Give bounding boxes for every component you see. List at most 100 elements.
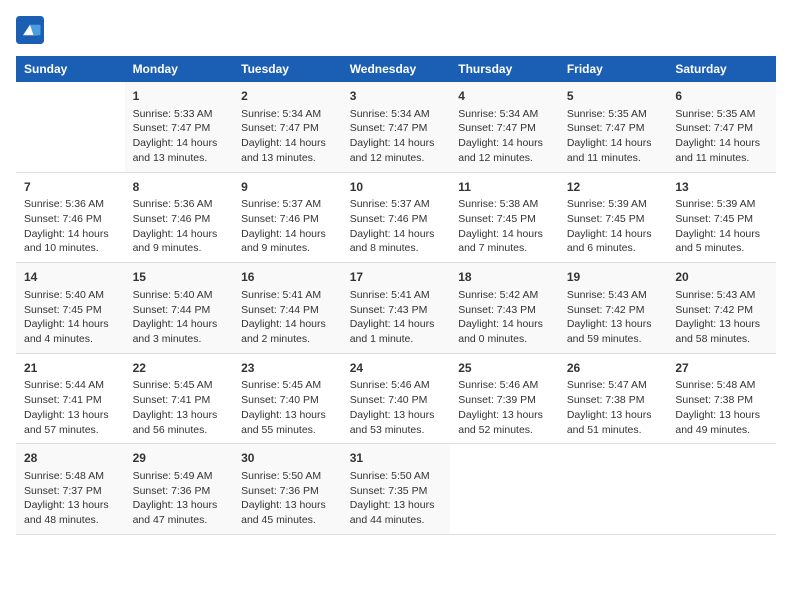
day-number: 20 [675,269,768,286]
day-number: 7 [24,179,117,196]
cell-content: Sunrise: 5:37 AM Sunset: 7:46 PM Dayligh… [241,197,334,256]
calendar-cell: 26Sunrise: 5:47 AM Sunset: 7:38 PM Dayli… [559,353,668,444]
cell-content: Sunrise: 5:49 AM Sunset: 7:36 PM Dayligh… [133,469,226,528]
week-row-2: 7Sunrise: 5:36 AM Sunset: 7:46 PM Daylig… [16,172,776,263]
day-number: 6 [675,88,768,105]
header-row: SundayMondayTuesdayWednesdayThursdayFrid… [16,56,776,82]
calendar-table: SundayMondayTuesdayWednesdayThursdayFrid… [16,56,776,535]
calendar-body: 1Sunrise: 5:33 AM Sunset: 7:47 PM Daylig… [16,82,776,534]
cell-content: Sunrise: 5:48 AM Sunset: 7:38 PM Dayligh… [675,378,768,437]
day-number: 26 [567,360,660,377]
day-number: 29 [133,450,226,467]
cell-content: Sunrise: 5:34 AM Sunset: 7:47 PM Dayligh… [241,107,334,166]
calendar-cell: 8Sunrise: 5:36 AM Sunset: 7:46 PM Daylig… [125,172,234,263]
day-number: 18 [458,269,551,286]
header-saturday: Saturday [667,56,776,82]
calendar-cell: 31 Sunrise: 5:50 AM Sunset: 7:35 PM Dayli… [342,444,451,535]
calendar-cell [16,82,125,172]
day-number: 13 [675,179,768,196]
day-number: 28 [24,450,117,467]
day-number: 12 [567,179,660,196]
cell-content: Sunrise: 5:40 AM Sunset: 7:45 PM Dayligh… [24,288,117,347]
day-number: 22 [133,360,226,377]
cell-content: Sunrise: 5:39 AM Sunset: 7:45 PM Dayligh… [567,197,660,256]
cell-content: Sunrise: 5:35 AM Sunset: 7:47 PM Dayligh… [567,107,660,166]
calendar-cell [450,444,559,535]
day-number: 3 [350,88,443,105]
cell-content: Sunrise: 5:34 AM Sunset: 7:47 PM Dayligh… [458,107,551,166]
calendar-cell: 5 Sunrise: 5:35 AM Sunset: 7:47 PM Daylig… [559,82,668,172]
calendar-cell: 28 Sunrise: 5:48 AM Sunset: 7:37 PM Dayli… [16,444,125,535]
header-monday: Monday [125,56,234,82]
day-number: 23 [241,360,334,377]
day-number: 25 [458,360,551,377]
calendar-cell: 6Sunrise: 5:35 AM Sunset: 7:47 PM Daylig… [667,82,776,172]
cell-content: Sunrise: 5:48 AM Sunset: 7:37 PM Dayligh… [24,469,117,528]
cell-content: Sunrise: 5:43 AM Sunset: 7:42 PM Dayligh… [567,288,660,347]
calendar-cell: 4 Sunrise: 5:34 AM Sunset: 7:47 PM Daylig… [450,82,559,172]
day-number: 4 [458,88,551,105]
calendar-cell [559,444,668,535]
calendar-cell: 11Sunrise: 5:38 AM Sunset: 7:45 PM Dayli… [450,172,559,263]
calendar-cell: 14 Sunrise: 5:40 AM Sunset: 7:45 PM Dayli… [16,263,125,354]
header-tuesday: Tuesday [233,56,342,82]
cell-content: Sunrise: 5:41 AM Sunset: 7:43 PM Dayligh… [350,288,443,347]
day-number: 5 [567,88,660,105]
cell-content: Sunrise: 5:50 AM Sunset: 7:36 PM Dayligh… [241,469,334,528]
cell-content: Sunrise: 5:42 AM Sunset: 7:43 PM Dayligh… [458,288,551,347]
header-wednesday: Wednesday [342,56,451,82]
logo [16,16,48,44]
calendar-cell: 30 Sunrise: 5:50 AM Sunset: 7:36 PM Dayli… [233,444,342,535]
cell-content: Sunrise: 5:45 AM Sunset: 7:41 PM Dayligh… [133,378,226,437]
cell-content: Sunrise: 5:43 AM Sunset: 7:42 PM Dayligh… [675,288,768,347]
calendar-cell [667,444,776,535]
header-sunday: Sunday [16,56,125,82]
calendar-cell: 16 Sunrise: 5:41 AM Sunset: 7:44 PM Dayli… [233,263,342,354]
day-number: 17 [350,269,443,286]
day-number: 15 [133,269,226,286]
week-row-3: 14 Sunrise: 5:40 AM Sunset: 7:45 PM Dayli… [16,263,776,354]
cell-content: Sunrise: 5:34 AM Sunset: 7:47 PM Dayligh… [350,107,443,166]
calendar-cell: 1Sunrise: 5:33 AM Sunset: 7:47 PM Daylig… [125,82,234,172]
calendar-cell: 20 Sunrise: 5:43 AM Sunset: 7:42 PM Dayli… [667,263,776,354]
cell-content: Sunrise: 5:44 AM Sunset: 7:41 PM Dayligh… [24,378,117,437]
cell-content: Sunrise: 5:38 AM Sunset: 7:45 PM Dayligh… [458,197,551,256]
cell-content: Sunrise: 5:36 AM Sunset: 7:46 PM Dayligh… [133,197,226,256]
cell-content: Sunrise: 5:47 AM Sunset: 7:38 PM Dayligh… [567,378,660,437]
page-header [16,16,776,44]
week-row-1: 1Sunrise: 5:33 AM Sunset: 7:47 PM Daylig… [16,82,776,172]
cell-content: Sunrise: 5:45 AM Sunset: 7:40 PM Dayligh… [241,378,334,437]
cell-content: Sunrise: 5:39 AM Sunset: 7:45 PM Dayligh… [675,197,768,256]
header-friday: Friday [559,56,668,82]
cell-content: Sunrise: 5:50 AM Sunset: 7:35 PM Dayligh… [350,469,443,528]
day-number: 30 [241,450,334,467]
calendar-cell: 17 Sunrise: 5:41 AM Sunset: 7:43 PM Dayli… [342,263,451,354]
day-number: 19 [567,269,660,286]
week-row-4: 21Sunrise: 5:44 AM Sunset: 7:41 PM Dayli… [16,353,776,444]
calendar-cell: 10Sunrise: 5:37 AM Sunset: 7:46 PM Dayli… [342,172,451,263]
calendar-cell: 12Sunrise: 5:39 AM Sunset: 7:45 PM Dayli… [559,172,668,263]
calendar-cell: 25Sunrise: 5:46 AM Sunset: 7:39 PM Dayli… [450,353,559,444]
day-number: 2 [241,88,334,105]
calendar-cell: 15Sunrise: 5:40 AM Sunset: 7:44 PM Dayli… [125,263,234,354]
calendar-cell: 13Sunrise: 5:39 AM Sunset: 7:45 PM Dayli… [667,172,776,263]
calendar-cell: 29 Sunrise: 5:49 AM Sunset: 7:36 PM Dayli… [125,444,234,535]
day-number: 9 [241,179,334,196]
day-number: 24 [350,360,443,377]
calendar-cell: 23Sunrise: 5:45 AM Sunset: 7:40 PM Dayli… [233,353,342,444]
calendar-cell: 27Sunrise: 5:48 AM Sunset: 7:38 PM Dayli… [667,353,776,444]
calendar-cell: 19 Sunrise: 5:43 AM Sunset: 7:42 PM Dayli… [559,263,668,354]
cell-content: Sunrise: 5:36 AM Sunset: 7:46 PM Dayligh… [24,197,117,256]
day-number: 21 [24,360,117,377]
day-number: 16 [241,269,334,286]
calendar-cell: 21Sunrise: 5:44 AM Sunset: 7:41 PM Dayli… [16,353,125,444]
cell-content: Sunrise: 5:41 AM Sunset: 7:44 PM Dayligh… [241,288,334,347]
day-number: 14 [24,269,117,286]
calendar-cell: 3 Sunrise: 5:34 AM Sunset: 7:47 PM Daylig… [342,82,451,172]
calendar-cell: 9Sunrise: 5:37 AM Sunset: 7:46 PM Daylig… [233,172,342,263]
calendar-cell: 22Sunrise: 5:45 AM Sunset: 7:41 PM Dayli… [125,353,234,444]
day-number: 31 [350,450,443,467]
day-number: 10 [350,179,443,196]
cell-content: Sunrise: 5:46 AM Sunset: 7:39 PM Dayligh… [458,378,551,437]
calendar-cell: 24Sunrise: 5:46 AM Sunset: 7:40 PM Dayli… [342,353,451,444]
